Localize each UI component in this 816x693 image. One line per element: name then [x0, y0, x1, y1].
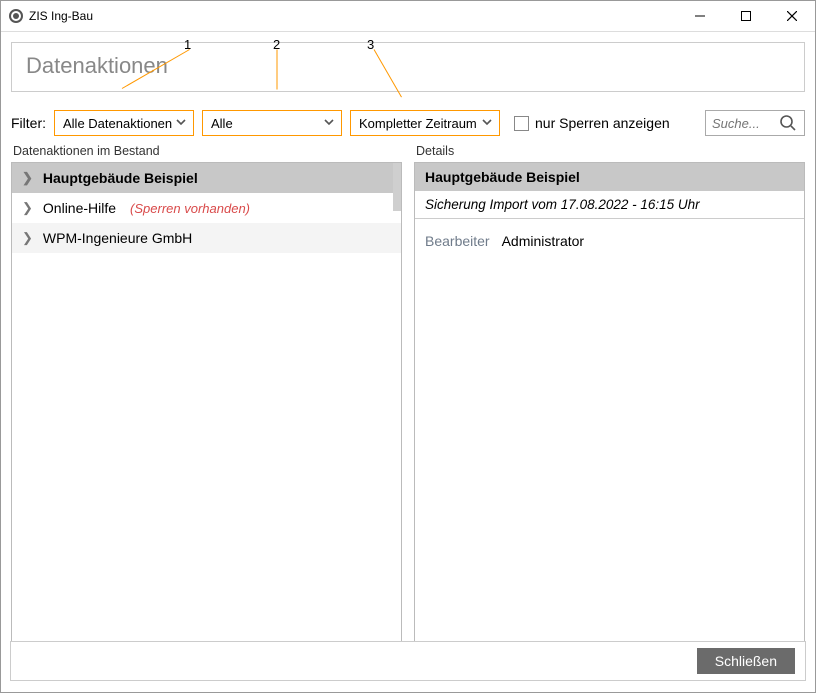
- page-heading-panel: Datenaktionen 1 2 3: [11, 42, 805, 92]
- tree-panel: ❯ Hauptgebäude Beispiel ❯ Online-Hilfe (…: [11, 162, 402, 644]
- window-title: ZIS Ing-Bau: [29, 9, 93, 23]
- details-editor-value: Administrator: [502, 233, 584, 249]
- chevron-right-icon: ❯: [22, 230, 33, 246]
- right-column: Details Hauptgebäude Beispiel Sicherung …: [414, 144, 805, 644]
- close-icon: [787, 11, 797, 21]
- maximize-button[interactable]: [723, 1, 769, 32]
- right-column-header: Details: [416, 144, 805, 158]
- details-title: Hauptgebäude Beispiel: [415, 163, 804, 191]
- scrollbar-thumb[interactable]: [393, 163, 401, 211]
- details-editor-row: Bearbeiter Administrator: [415, 219, 804, 263]
- chevron-down-icon: [175, 116, 187, 131]
- search-input[interactable]: [706, 115, 774, 132]
- tree-item-0[interactable]: ❯ Hauptgebäude Beispiel: [12, 163, 401, 193]
- close-window-button[interactable]: [769, 1, 815, 32]
- chevron-right-icon: ❯: [22, 170, 33, 186]
- tree-item-label: WPM-Ingenieure GmbH: [43, 230, 192, 246]
- callout-2-line: [277, 50, 278, 90]
- details-panel: Hauptgebäude Beispiel Sicherung Import v…: [414, 162, 805, 644]
- close-button[interactable]: Schließen: [697, 648, 795, 674]
- tree-item-2[interactable]: ❯ WPM-Ingenieure GmbH: [12, 223, 401, 253]
- filter-combo-period[interactable]: Kompletter Zeitraum: [350, 110, 500, 136]
- filter-combo-scope-value: Alle: [211, 116, 233, 131]
- chevron-down-icon: [323, 116, 335, 131]
- chevron-down-icon: [481, 116, 493, 131]
- filter-combo-actions[interactable]: Alle Datenaktionen: [54, 110, 194, 136]
- filter-combo-scope[interactable]: Alle: [202, 110, 342, 136]
- filter-bar: Filter: Alle Datenaktionen Alle Komplett…: [11, 110, 805, 136]
- left-column: Datenaktionen im Bestand ❯ Hauptgebäude …: [11, 144, 402, 644]
- left-column-header: Datenaktionen im Bestand: [13, 144, 402, 158]
- minimize-icon: [695, 11, 705, 21]
- search-icon: [774, 114, 802, 132]
- search-box[interactable]: [705, 110, 805, 136]
- tree-item-1[interactable]: ❯ Online-Hilfe (Sperren vorhanden): [12, 193, 401, 223]
- filter-combo-actions-value: Alle Datenaktionen: [63, 116, 172, 131]
- app-icon: [9, 9, 23, 23]
- filter-combo-period-value: Kompletter Zeitraum: [359, 116, 477, 131]
- window-controls: [677, 1, 815, 32]
- titlebar: ZIS Ing-Bau: [1, 1, 815, 32]
- tree-item-note: (Sperren vorhanden): [130, 201, 250, 216]
- filter-label: Filter:: [11, 115, 46, 131]
- minimize-button[interactable]: [677, 1, 723, 32]
- maximize-icon: [741, 11, 751, 21]
- footer-bar: Schließen: [10, 641, 806, 681]
- checkbox-icon: [514, 116, 529, 131]
- tree-item-label: Hauptgebäude Beispiel: [43, 170, 198, 186]
- chevron-right-icon: ❯: [22, 200, 33, 216]
- only-locks-label: nur Sperren anzeigen: [535, 115, 670, 131]
- details-subtitle: Sicherung Import vom 17.08.2022 - 16:15 …: [415, 191, 804, 219]
- callout-3-line: [374, 49, 402, 97]
- details-editor-label: Bearbeiter: [425, 233, 490, 249]
- only-locks-checkbox[interactable]: nur Sperren anzeigen: [514, 115, 670, 131]
- tree-item-label: Online-Hilfe: [43, 200, 116, 216]
